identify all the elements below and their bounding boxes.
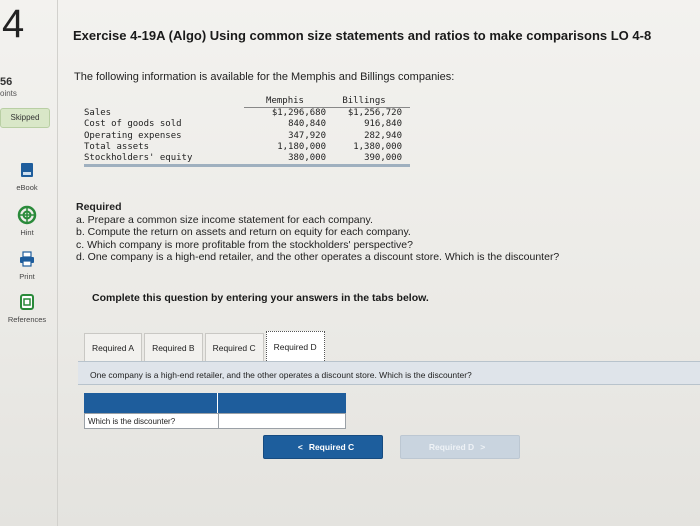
references-label: References [7,315,47,324]
ebook-label: eBook [16,183,38,192]
chevron-left-icon: < [297,442,303,452]
prev-required-button[interactable]: < Required C [263,435,383,459]
required-item: c. Which company is more profitable from… [76,238,413,251]
references-icon [16,292,38,312]
intro-text: The following information is available f… [74,71,455,83]
required-section: Required a. Prepare a common size income… [76,201,559,264]
tab-required-c[interactable]: Required C [204,333,264,361]
answer-table: Which is the discounter? [84,393,346,429]
row-label: Sales [84,108,112,119]
print-label: Print [19,272,35,281]
points-label: oints [0,89,17,98]
table-row: Stockholders' equity 380,000 390,000 [84,153,410,164]
print-tool[interactable]: Print [0,249,54,281]
row-label: Stockholders' equity [84,153,193,164]
exercise-title: Exercise 4-19A (Algo) Using common size … [73,28,652,43]
skipped-badge: Skipped [0,108,50,128]
memphis-value: 347,920 [288,130,326,141]
row-label: Operating expenses [84,130,182,141]
print-icon [16,249,38,269]
memphis-value: 840,840 [288,119,326,130]
hint-icon [16,205,38,225]
table-row: Operating expenses 347,920 282,940 [84,131,410,142]
memphis-value: 1,180,000 [277,141,326,152]
hint-label: Hint [20,228,34,237]
tab-required-b[interactable]: Required B [144,333,203,361]
required-item: d. One company is a high-end retailer, a… [76,251,560,264]
points-value: 56 [0,76,13,88]
question-number: 4 [2,2,25,46]
page: 4 56 oints Skipped eBook Hint Print Refe… [0,0,700,526]
instruction-text: Complete this question by entering your … [92,292,429,304]
billings-value: 1,380,000 [353,141,402,152]
chevron-right-icon: > [480,442,486,452]
question-banner: One company is a high-end retailer, and … [78,361,700,385]
billings-value: 282,940 [364,130,402,141]
table-row: Sales $1,296,680 $1,256,720 [84,108,410,119]
table-row: Cost of goods sold 840,840 916,840 [84,119,410,130]
ebook-tool[interactable]: eBook [0,160,54,192]
hint-tool[interactable]: Hint [0,205,54,237]
question-sidebar: 4 56 oints Skipped eBook Hint Print Refe… [0,0,58,526]
memphis-value: 380,000 [288,153,326,164]
tab-required-d[interactable]: Required D [265,331,325,361]
answer-row: Which is the discounter? [84,413,346,429]
next-required-button[interactable]: Required D > [400,435,520,459]
header-memphis: Memphis [244,96,326,109]
billings-value: 916,840 [364,119,402,130]
company-data-table: Memphis Billings Sales $1,296,680 $1,256… [84,96,410,168]
table-row: Total assets 1,180,000 1,380,000 [84,142,410,153]
row-label: Total assets [84,141,150,152]
answer-table-header [84,393,346,413]
memphis-value: $1,296,680 [271,108,326,119]
table-header-row: Memphis Billings [84,96,410,109]
required-item: a. Prepare a common size income statemen… [76,213,373,226]
required-item: b. Compute the return on assets and retu… [76,226,411,239]
header-billings: Billings [326,96,410,109]
prev-button-label: Required C [308,442,355,452]
references-tool[interactable]: References [0,292,54,324]
required-title: Required [76,201,122,213]
row-label: Cost of goods sold [84,119,182,130]
next-button-label: Required D [428,442,475,452]
billings-value: 390,000 [364,153,402,164]
ebook-icon [16,160,38,180]
discounter-label: Which is the discounter? [85,414,219,428]
required-tabs: Required A Required B Required C Require… [84,331,327,361]
billings-value: $1,256,720 [347,108,402,119]
discounter-input[interactable] [219,414,345,428]
tab-required-a[interactable]: Required A [84,333,143,361]
